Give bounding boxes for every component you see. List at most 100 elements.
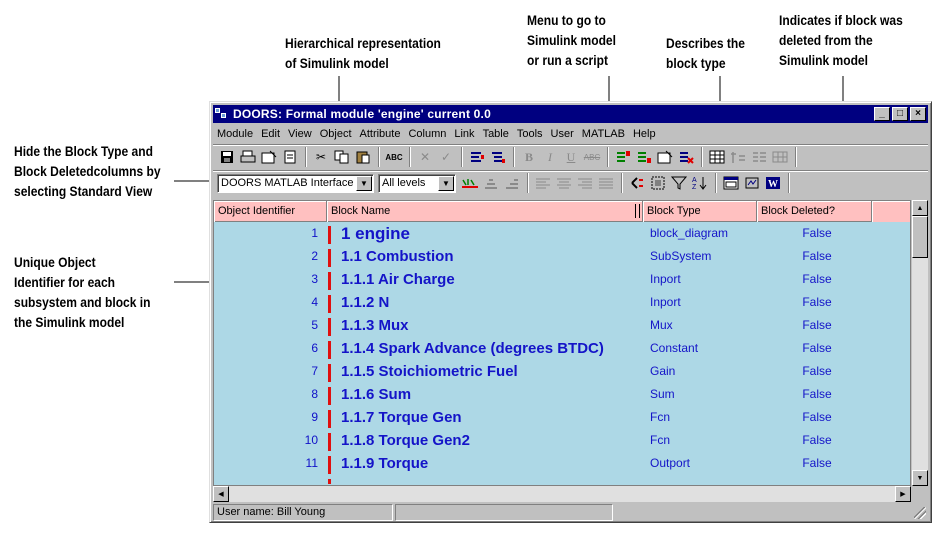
table-row[interactable]: 2 1.1 Combustion SubSystem False [214,246,910,269]
block-deleted-cell: False [802,249,832,263]
italic-icon[interactable]: I [540,147,560,167]
menu-object[interactable]: Object [316,128,356,140]
cut-icon[interactable]: ✂ [311,147,331,167]
table-row[interactable]: 6 1.1.4 Spark Advance (degrees BTDC) Con… [214,338,910,361]
copy-icon[interactable] [332,147,352,167]
menu-edit[interactable]: Edit [257,128,284,140]
resize-grip-icon[interactable] [914,507,926,519]
simulink-icon[interactable] [742,173,762,193]
toolbar-separator [621,173,623,193]
close-button[interactable]: × [910,107,926,121]
level-select[interactable]: All levels ▼ [378,173,456,193]
menu-attribute[interactable]: Attribute [356,128,405,140]
scroll-down-icon[interactable]: ▼ [912,470,928,486]
scroll-left-icon[interactable]: ◀ [213,486,229,502]
callout-line: Hide the Block Type and [14,141,161,161]
table-row[interactable]: 1 1 engine block_diagram False [214,223,910,246]
grid-icon[interactable] [770,147,790,167]
table-row[interactable]: 10 1.1.8 Torque Gen2 Fcn False [214,430,910,453]
spellcheck-icon[interactable]: ABC [384,147,404,167]
scroll-up-icon[interactable]: ▲ [912,200,928,216]
align-right-icon[interactable] [575,173,595,193]
scroll-right-icon[interactable]: ▶ [895,486,911,502]
module-properties-icon[interactable] [655,147,675,167]
table-row-partial[interactable] [214,476,910,484]
insert-below-icon[interactable] [488,147,508,167]
link-arrow-icon[interactable] [627,173,647,193]
show-deleted-icon[interactable] [460,173,480,193]
word-export-icon[interactable]: W [763,173,783,193]
menu-tools[interactable]: Tools [513,128,547,140]
level-bar [328,249,331,267]
view-toolbar: DOORS MATLAB Interface ▼ All levels ▼ AZ… [213,170,928,195]
table-row[interactable]: 11 1.1.9 Torque Outport False [214,453,910,476]
maximize-button[interactable]: □ [892,107,908,121]
menu-table[interactable]: Table [479,128,513,140]
column-header-object-identifier[interactable]: Object Identifier [214,201,327,222]
window-title: DOORS: Formal module 'engine' current 0.… [233,107,491,121]
dropdown-arrow-icon[interactable]: ▼ [356,175,372,191]
outline-icon[interactable] [481,173,501,193]
link-end-icon[interactable] [634,147,654,167]
table-row[interactable]: 9 1.1.7 Torque Gen Fcn False [214,407,910,430]
menu-help[interactable]: Help [629,128,660,140]
window-icon[interactable] [721,173,741,193]
cancel-icon[interactable]: ✕ [415,147,435,167]
split-column-icon[interactable] [749,147,769,167]
dropdown-arrow-icon[interactable]: ▼ [438,175,454,191]
column-header-block-name[interactable]: Block Name [327,201,643,222]
link-start-icon[interactable] [613,147,633,167]
filter-icon[interactable] [669,173,689,193]
confirm-icon[interactable]: ✓ [436,147,456,167]
insert-same-level-icon[interactable] [467,147,487,167]
strikethrough-icon[interactable]: ABC [582,147,602,167]
select-all-icon[interactable] [648,173,668,193]
print-icon[interactable] [238,147,258,167]
menu-user[interactable]: User [547,128,578,140]
header-filler [872,201,910,222]
block-name-cell: 1.1.5 Stoichiometric Fuel [341,363,518,380]
align-center-icon[interactable] [554,173,574,193]
table-row[interactable]: 5 1.1.3 Mux Mux False [214,315,910,338]
menu-column[interactable]: Column [404,128,450,140]
table-row[interactable]: 8 1.1.6 Sum Sum False [214,384,910,407]
paste-icon[interactable] [353,147,373,167]
column-header-block-deleted[interactable]: Block Deleted? [757,201,872,222]
sort-icon[interactable]: AZ [690,173,710,193]
block-type-cell: Inport [650,272,681,286]
delete-link-icon[interactable] [676,147,696,167]
minimize-button[interactable]: _ [874,107,890,121]
menu-view[interactable]: View [284,128,316,140]
menu-module[interactable]: Module [213,128,257,140]
level-bar [328,433,331,451]
column-header-block-type[interactable]: Block Type [643,201,757,222]
level-select-value: All levels [382,177,426,189]
vertical-scroll-thumb[interactable] [912,216,928,258]
view-select[interactable]: DOORS MATLAB Interface ▼ [217,173,374,193]
column-split-icon[interactable] [635,204,640,218]
table-row[interactable]: 3 1.1.1 Air Charge Inport False [214,269,910,292]
bold-icon[interactable]: B [519,147,539,167]
object-identifier-cell: 3 [214,269,322,292]
save-icon[interactable] [217,147,237,167]
justify-icon[interactable] [596,173,616,193]
menu-link[interactable]: Link [450,128,478,140]
block-deleted-cell: False [802,456,832,470]
object-identifier-cell: 2 [214,246,322,269]
filter-doc-icon[interactable] [280,147,300,167]
horizontal-scrollbar[interactable]: ◀ ▶ [213,486,911,502]
table-icon[interactable] [707,147,727,167]
table-row[interactable]: 7 1.1.5 Stoichiometric Fuel Gain False [214,361,910,384]
title-bar[interactable]: DOORS: Formal module 'engine' current 0.… [213,105,928,123]
callout-unique-identifier: Unique Object Identifier for each subsys… [14,252,150,332]
align-left-icon[interactable] [533,173,553,193]
level-icon[interactable] [502,173,522,193]
underline-icon[interactable]: U [561,147,581,167]
menu-matlab[interactable]: MATLAB [578,128,629,140]
properties-icon[interactable] [259,147,279,167]
insert-column-icon[interactable] [728,147,748,167]
table-row[interactable]: 4 1.1.2 N Inport False [214,292,910,315]
block-name-cell: 1 engine [341,224,410,243]
vertical-scrollbar[interactable]: ▲ ▼ [912,200,928,486]
block-name-cell: 1.1.8 Torque Gen2 [341,432,470,449]
